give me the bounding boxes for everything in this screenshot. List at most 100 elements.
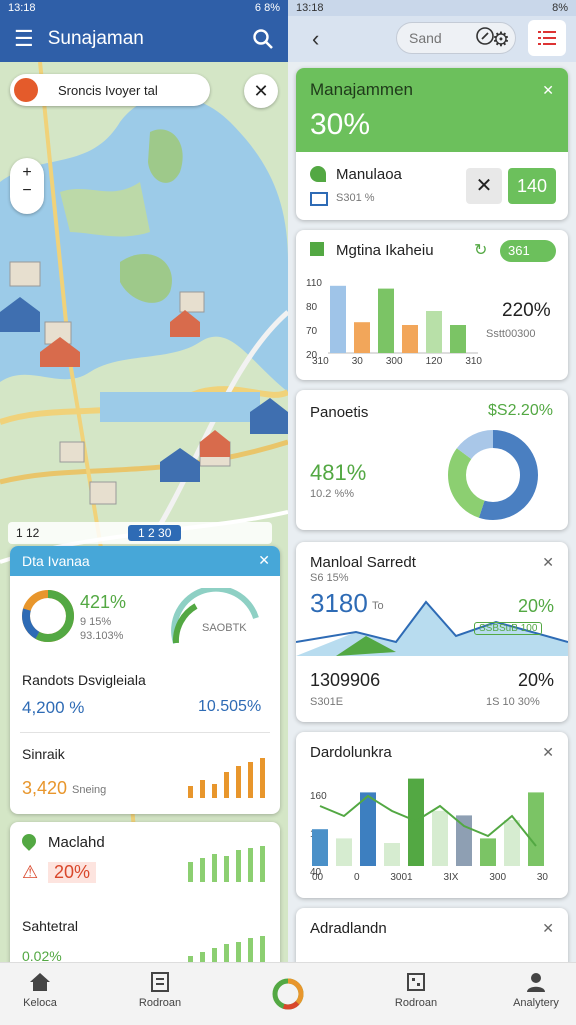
nav-item-profile[interactable]: Analytery <box>496 969 576 1009</box>
close-icon[interactable]: ✕ <box>542 744 554 761</box>
donut-sub2: 93.103% <box>80 630 124 642</box>
close-icon[interactable]: ✕ <box>542 554 554 571</box>
search-input[interactable] <box>407 29 471 47</box>
card-header: Manajammen 30% ✕ <box>296 68 568 152</box>
bar <box>480 838 496 866</box>
clock: 13:18 <box>296 2 324 14</box>
mini-bar-chart <box>188 846 265 882</box>
list-icon[interactable] <box>528 20 566 56</box>
row1-left-value: 4,200 % <box>22 698 85 717</box>
status-bar-left: 13:18 6 8% <box>0 0 288 16</box>
status-badge-label: 361 <box>508 243 530 258</box>
y-axis-labels: 110 80 70 20 <box>306 272 326 368</box>
card-header: Dta Ivanaa ✕ <box>10 546 280 576</box>
card-management[interactable]: Manajammen 30% ✕ Manulaoa S301 % ✕ 140 <box>296 68 568 220</box>
status-bar-right: 13:18 8% <box>288 0 576 16</box>
x-tick-label: 0 <box>353 872 360 883</box>
nav-item-files[interactable]: Rodroan <box>376 969 456 1009</box>
x-tick-label: 3IX <box>443 872 459 883</box>
back-icon[interactable]: ‹ <box>312 26 319 52</box>
donut-chart <box>22 590 74 642</box>
battery-status: 6 8% <box>254 2 280 14</box>
donut-chart <box>448 430 538 520</box>
location-pin-icon <box>19 831 39 851</box>
gauge-label: SAOBTK <box>202 622 247 634</box>
close-icon[interactable]: ✕ <box>542 82 554 99</box>
close-icon[interactable]: ✕ <box>258 552 270 569</box>
nav-item-reports[interactable]: Rodroan <box>120 969 200 1009</box>
location-chip-label: Sroncis Ivoyer tal <box>58 82 158 98</box>
sub-value: S301 % <box>336 192 375 204</box>
y-tick-label: 110 <box>306 278 322 289</box>
card-dardol[interactable]: Dardolunkra ✕ 160 150 40 00 0 3001 3IX 3… <box>296 732 568 898</box>
value-right: 20% <box>518 596 555 616</box>
status-badge: 361 <box>500 240 556 262</box>
unit-left: To <box>372 600 384 612</box>
bar-chart <box>328 285 478 354</box>
app-title: Sunajaman <box>47 28 144 49</box>
x-tick-label: 300 <box>385 356 403 367</box>
location-avatar-icon <box>14 78 38 102</box>
card-title: Dardolunkra <box>310 744 392 761</box>
gauge-chart <box>171 588 259 644</box>
bar <box>312 829 328 866</box>
card-title: Panoetis <box>310 404 369 421</box>
row2-label: Sinraik <box>22 746 65 762</box>
row1-right-value: 10.505% <box>198 698 262 715</box>
card-title: Mgtina Ikaheiu <box>336 242 434 259</box>
sub-right-badge: SSBSuB 100 <box>474 622 543 635</box>
divider <box>20 732 270 733</box>
user-icon <box>527 973 545 992</box>
close-icon[interactable]: ✕ <box>244 74 278 108</box>
card-macland[interactable]: Maclahd ⚠ 20% Sahtetral 0.02% <box>10 822 280 972</box>
x-tick-label: 30 <box>536 872 548 883</box>
card-value: 30% <box>310 108 371 141</box>
bar <box>384 843 400 866</box>
map-scale-bar: 1 12 1 2 30 <box>8 522 272 544</box>
cancel-button[interactable]: ✕ <box>466 168 502 204</box>
zoom-in-icon[interactable]: + <box>10 164 44 182</box>
alert-icon: ⚠ <box>22 862 39 882</box>
bar <box>378 288 394 353</box>
card-data[interactable]: Dta Ivanaa ✕ 421% 9 15% 93.103% SAOBTK R… <box>10 546 280 814</box>
y-tick-label: 70 <box>306 326 318 337</box>
bottom-left-value: 1309906 <box>310 670 381 690</box>
bar <box>432 810 448 866</box>
card-title: Adradlandn <box>310 920 387 937</box>
trend-line <box>319 794 537 847</box>
y-tick-label: 80 <box>306 302 318 313</box>
value-top: $S2.20% <box>488 402 553 419</box>
zoom-out-icon[interactable]: − <box>10 182 44 200</box>
chart-ring-icon <box>272 978 304 1010</box>
card-matina[interactable]: Mgtina Ikaheiu ↻ 361 110 80 70 20 310 30… <box>296 230 568 380</box>
bar <box>336 838 352 866</box>
card-title: Manloal Sarredt <box>310 554 416 571</box>
card-panoetis[interactable]: Panoetis $S2.20% 481% 10.2 %% <box>296 390 568 530</box>
x-tick-label: 120 <box>425 356 443 367</box>
bar <box>360 792 376 866</box>
nav-item-center[interactable] <box>248 969 328 1015</box>
menu-icon[interactable]: ☰ <box>14 28 34 50</box>
bar <box>408 778 424 866</box>
nav-item-home[interactable]: Keloca <box>0 969 80 1009</box>
top-toolbar: ‹ ⚙ <box>288 16 576 62</box>
sub-top: S6 15% <box>310 572 349 584</box>
location-chip[interactable]: Sroncis Ivoyer tal <box>10 74 210 106</box>
search-icon[interactable] <box>252 28 274 55</box>
refresh-icon[interactable]: ↻ <box>474 240 487 260</box>
card-manual[interactable]: Manloal Sarredt ✕ S6 15% 3180 To 20% SSB… <box>296 542 568 722</box>
x-axis-labels: 00 0 3001 3IX 300 30 <box>312 872 548 883</box>
grid-icon <box>407 973 425 991</box>
close-icon[interactable]: ✕ <box>542 920 554 937</box>
map-zoom-controls[interactable]: + − <box>10 158 44 214</box>
bar <box>450 325 466 353</box>
image-icon <box>310 192 328 206</box>
bottom-navigation: Keloca Rodroan Rodroan Analytery <box>0 962 576 1025</box>
confirm-button[interactable]: 140 <box>508 168 556 204</box>
value-left: 3180 <box>310 588 368 618</box>
bar <box>528 792 544 866</box>
gear-icon[interactable]: ⚙ <box>492 27 510 52</box>
scale-mid-label: 1 2 30 <box>128 525 182 541</box>
bar <box>354 322 370 353</box>
scale-left-label: 1 12 <box>16 526 40 540</box>
